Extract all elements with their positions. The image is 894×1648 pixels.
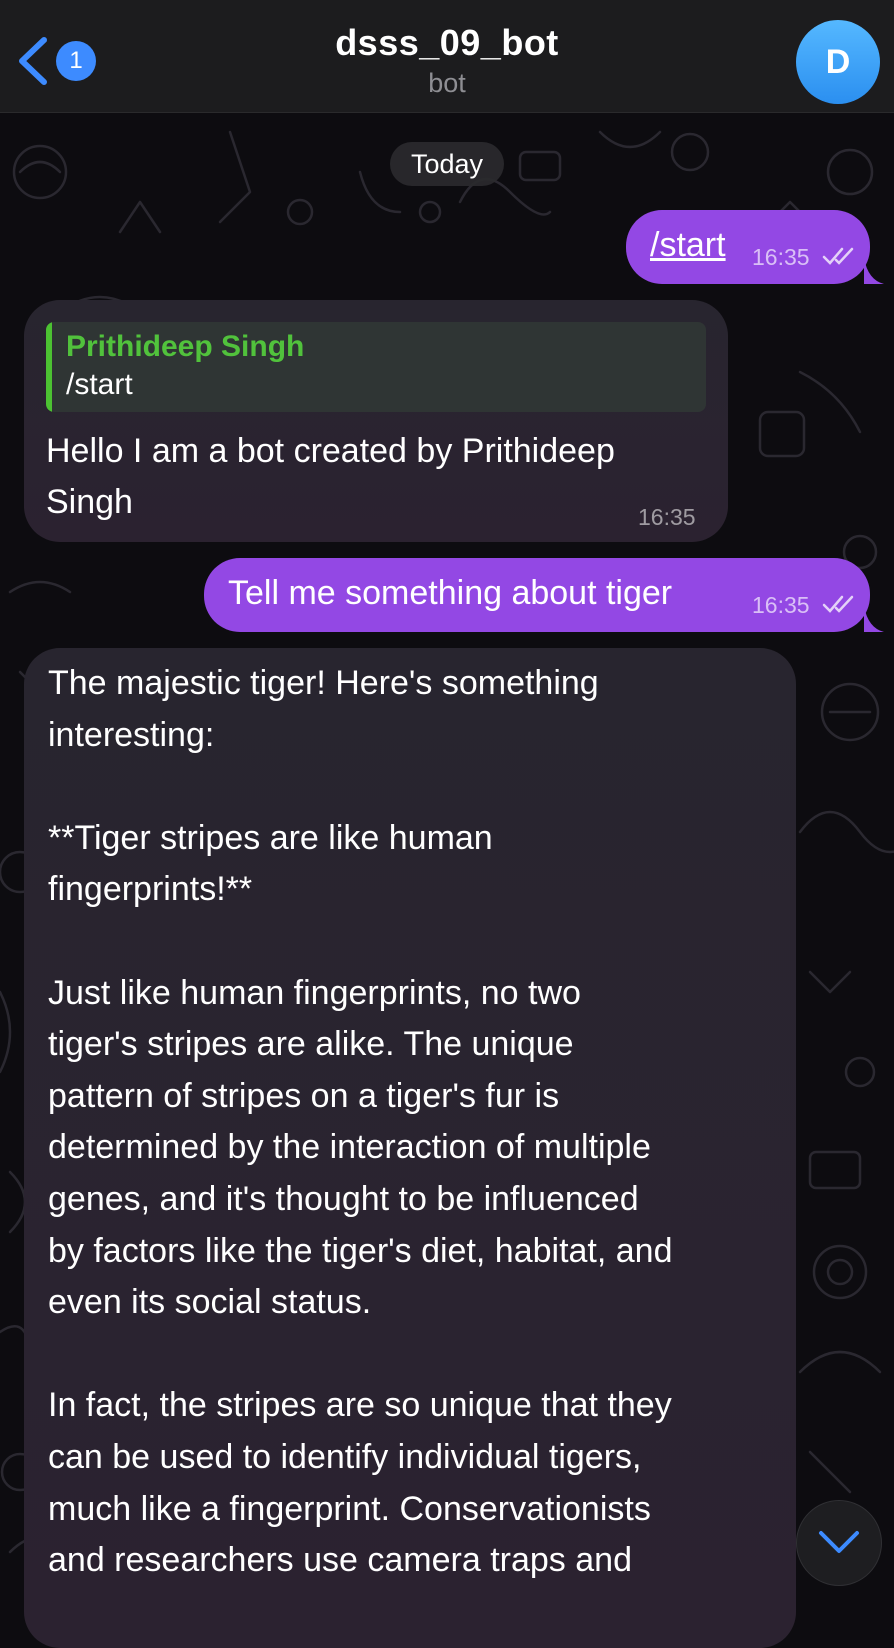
chat-subtitle: bot [428, 68, 466, 98]
message-body: The majestic tiger! Here's something int… [48, 658, 673, 1587]
bot-avatar[interactable]: D [796, 20, 880, 104]
chevron-down-icon [819, 1531, 859, 1553]
scroll-to-bottom-button[interactable] [796, 1500, 882, 1586]
message-text-line: interesting: [48, 715, 215, 754]
outgoing-message[interactable]: Tell me something about tiger 16:35 [204, 558, 884, 632]
double-check-icon [822, 595, 854, 613]
message-text-line: by factors like the tiger's diet, habita… [48, 1231, 673, 1270]
message-text-line: fingerprints!** [48, 870, 253, 909]
incoming-message[interactable]: Prithideep Singh /start Hello I am a bot… [24, 300, 728, 542]
reply-quote[interactable]: Prithideep Singh /start [46, 322, 706, 412]
message-text-line: Hello I am a bot created by Prithideep [46, 432, 615, 470]
message-text-line: Singh [46, 483, 133, 521]
message-text-line: determined by the interaction of multipl… [48, 1128, 651, 1167]
message-text-line: The majestic tiger! Here's something [48, 664, 599, 702]
message-text-line: **Tiger stripes are like human [48, 818, 493, 857]
message-time: 16:35 [752, 592, 810, 618]
date-separator: Today [390, 142, 504, 186]
message-text-line: pattern of stripes on a tiger's fur is [48, 1076, 560, 1115]
message-text-line: genes, and it's thought to be influenced [48, 1179, 639, 1218]
incoming-message[interactable]: The majestic tiger! Here's something int… [24, 648, 796, 1648]
message-text-line: Just like human fingerprints, no two [48, 973, 581, 1012]
message-text: Tell me something about tiger [228, 574, 673, 612]
bubble-tail [864, 258, 884, 284]
message-time: 16:35 [638, 504, 696, 530]
message-text-line: In fact, the stripes are so unique that … [48, 1386, 672, 1425]
message-text-line [48, 916, 673, 968]
message-text: /start [650, 226, 726, 264]
chat-header: 1 dsss_09_bot bot D [0, 0, 894, 113]
reply-accent-bar [46, 322, 52, 412]
outgoing-message[interactable]: /start 16:35 [626, 210, 884, 284]
double-check-icon [822, 247, 854, 265]
message-text-line [48, 761, 673, 813]
message-time: 16:35 [752, 244, 810, 270]
reply-author: Prithideep Singh [66, 330, 305, 363]
bubble-tail [864, 606, 884, 632]
reply-text: /start [66, 368, 133, 401]
chat-title[interactable]: dsss_09_bot [0, 22, 894, 64]
message-text-line: tiger's stripes are alike. The unique [48, 1025, 574, 1064]
message-text-line: much like a fingerprint. Conservationist… [48, 1489, 651, 1528]
message-text-line: and researchers use camera traps and [48, 1541, 632, 1580]
message-text-line: can be used to identify individual tiger… [48, 1437, 642, 1476]
message-text-line [48, 1329, 673, 1381]
message-text-line: even its social status. [48, 1283, 372, 1322]
